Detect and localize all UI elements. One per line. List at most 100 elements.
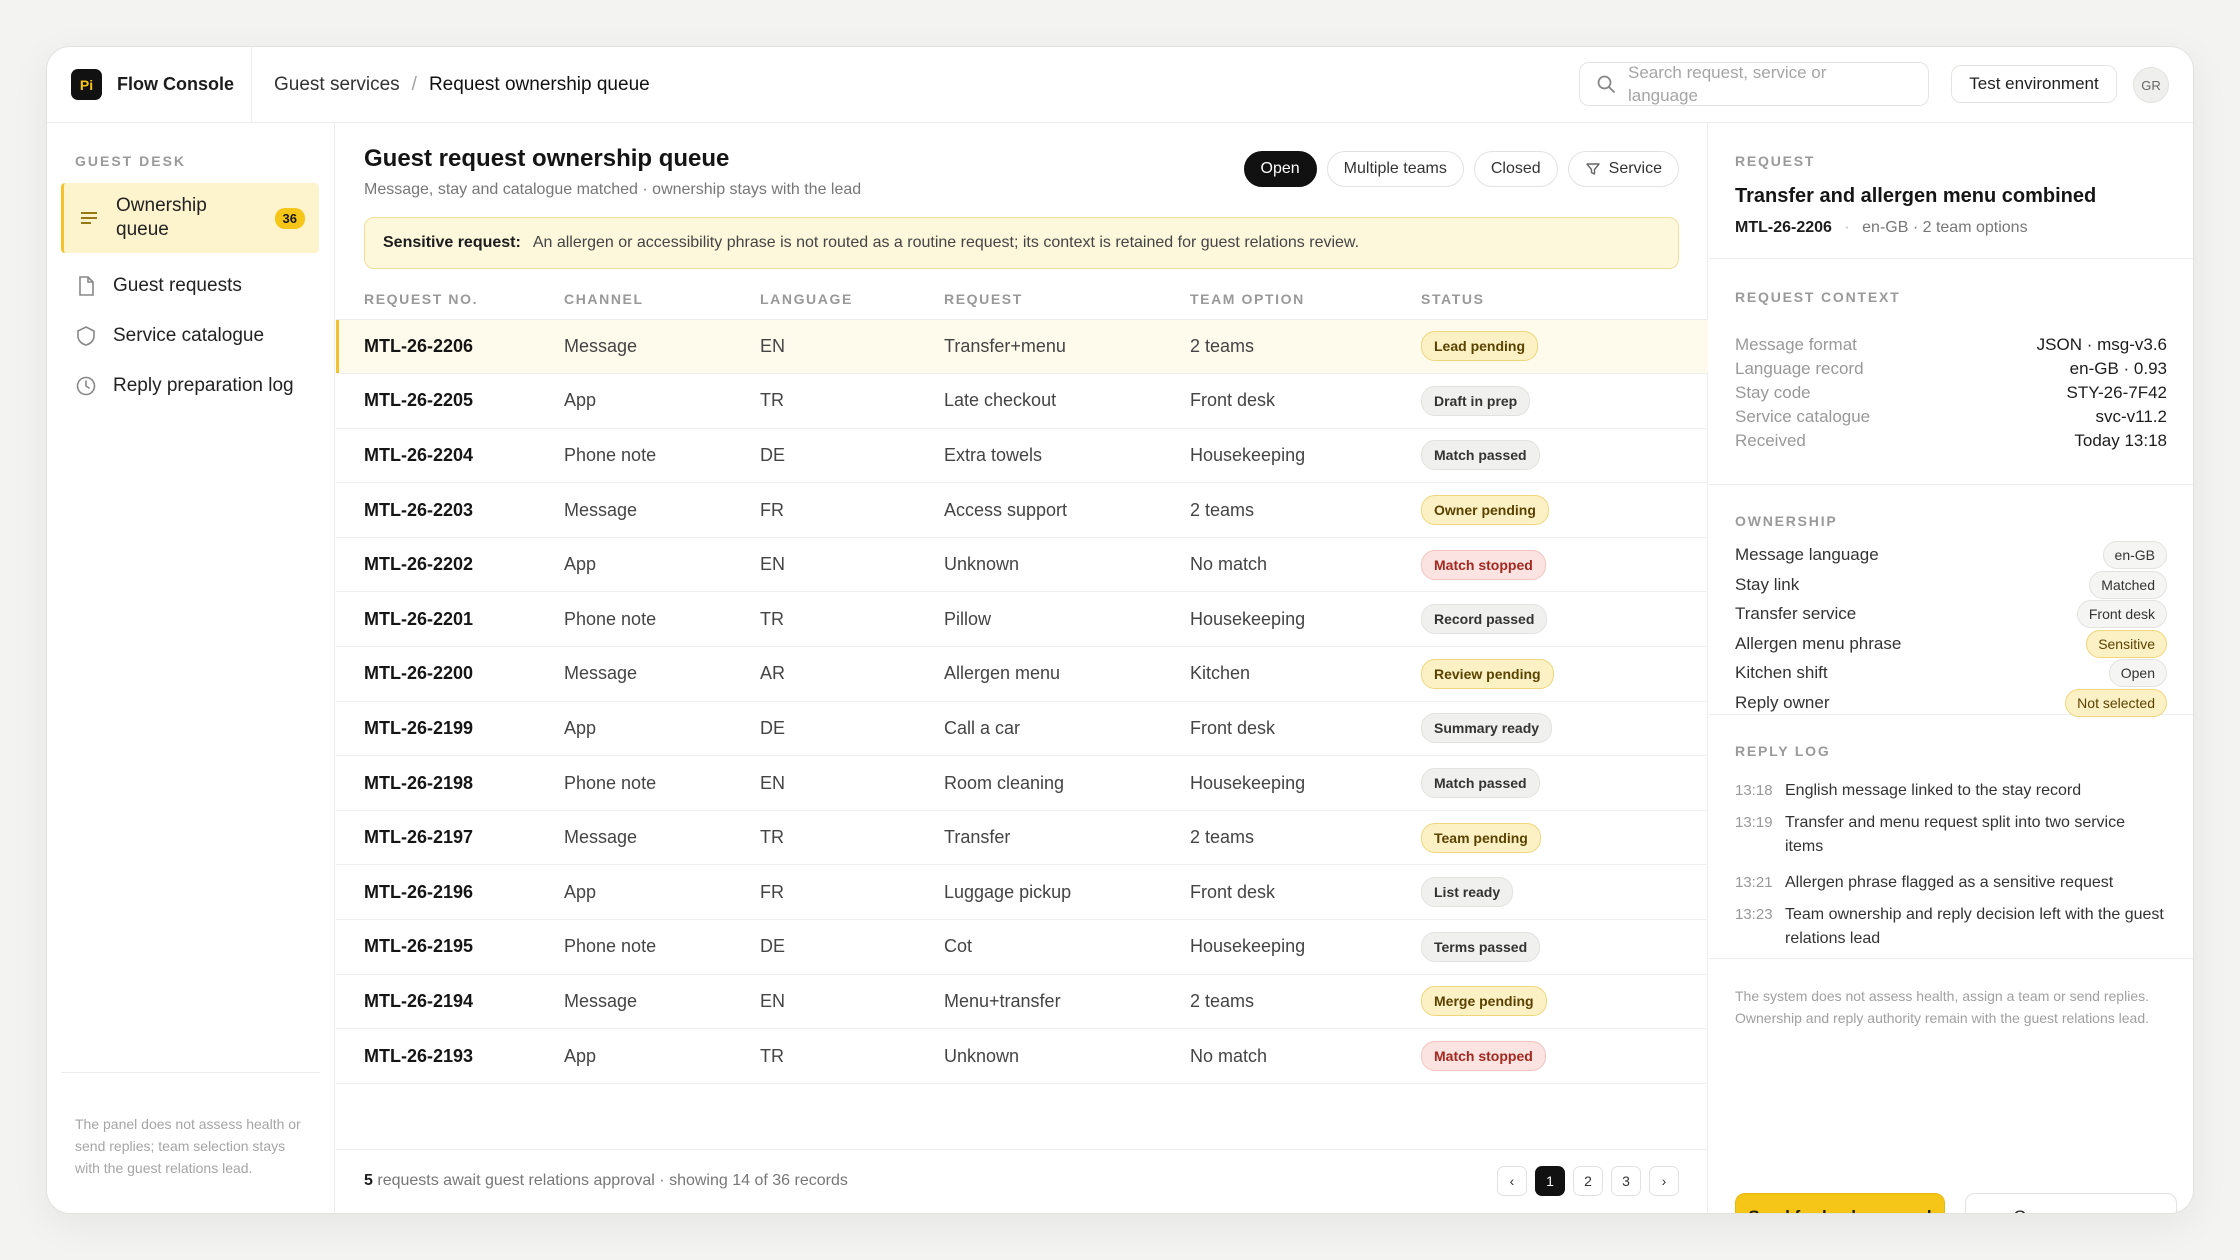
log-text: Transfer and menu request split into two… [1785,814,2126,855]
status-badge: Draft in prep [1421,385,1531,416]
filter-closed[interactable]: Closed [1473,151,1558,187]
table-row[interactable]: MTL-26-2204 Phone note DE Extra towels House… [336,428,1708,484]
context-value: en-GB · 0.93 [2069,359,2167,378]
column-header[interactable]: CHANNEL [564,279,760,320]
avatar[interactable]: GR [2133,67,2169,103]
table-header-row: REQUEST NO. CHANNEL LANGUAGE REQUEST TEA… [336,279,1708,320]
request-context: REQUEST CONTEXT Message format JSON · msg… [1709,259,2193,485]
open-message-button[interactable]: Open message [1965,1193,2177,1213]
table-row[interactable]: MTL-26-2193 App TR Unknown No match Match sto… [336,1028,1708,1084]
prev-page-button[interactable]: ‹ [1497,1166,1527,1196]
status-badge: Summary ready [1421,713,1553,744]
column-header[interactable]: LANGUAGE [760,279,944,320]
team-option-cell: Housekeeping [1190,428,1421,484]
request-cell: Pillow [944,591,1190,648]
context-key: Service catalogue [1735,407,1871,426]
table-row[interactable]: MTL-26-2202 App EN Unknown No match Match sto… [336,537,1708,593]
language-cell: TR [760,373,944,429]
request-id-cell: MTL-26-2201 [336,591,564,648]
page-1-button[interactable]: 1 [1535,1166,1565,1196]
table-row[interactable]: MTL-26-2198 Phone note EN Room cleaning Hous… [336,755,1708,811]
page-3-button[interactable]: 3 [1611,1166,1641,1196]
sidebar-item-ownership-queue[interactable]: Ownership queue 36 [61,183,319,253]
language-cell: FR [760,482,944,538]
request-cell: Room cleaning [944,755,1190,811]
language-cell: AR [760,646,944,702]
table-row[interactable]: MTL-26-2199 App DE Call a car Front desk Summ… [336,701,1708,757]
status-cell: Draft in prep [1421,373,1708,429]
next-page-button[interactable]: › [1649,1166,1679,1196]
filter-open[interactable]: Open [1243,151,1317,187]
table-row[interactable]: MTL-26-2205 App TR Late checkout Front desk D… [336,373,1708,429]
request-id-cell: MTL-26-2198 [336,755,564,811]
team-option-cell: Housekeeping [1190,919,1421,975]
language-cell: DE [760,428,944,484]
column-header[interactable]: TEAM OPTION [1190,279,1421,320]
table-row[interactable]: MTL-26-2203 Message FR Access support 2 team… [336,482,1708,538]
status-badge: Match passed [1421,768,1540,799]
channel-cell: App [564,373,760,429]
log-text: Team ownership and reply decision left w… [1785,906,2164,947]
request-meta-text: en-GB · 2 team options [1862,219,2028,236]
search-input[interactable]: Search request, service or language [1628,61,1848,107]
request-cell: Extra towels [944,428,1190,484]
table-row[interactable]: MTL-26-2201 Phone note TR Pillow Housekeepin… [336,591,1708,648]
environment-button[interactable]: Test environment [1951,65,2117,103]
ownership-row: Stay link Matched [1735,570,2167,599]
app-logo: Pi [71,69,102,100]
top-bar: Pi Flow Console Guest services / Request… [47,47,2193,123]
request-id-cell: MTL-26-2206 [336,319,564,375]
log-entry: 13:19 Transfer and menu request split int… [1735,811,2167,859]
disclaimer-note: The system does not assess health, assig… [1735,988,2149,1026]
ownership-tag: Front desk [2076,600,2167,629]
channel-cell: Message [564,482,760,538]
footer-summary: 5 requests await guest relations approva… [364,1172,848,1190]
request-cell: Unknown [944,537,1190,593]
sidebar-item-reply-preparation-log[interactable]: Reply preparation log [61,361,319,411]
search-box[interactable]: Search request, service or language [1579,62,1929,106]
ownership-key: Kitchen shift [1735,663,1828,683]
table-row[interactable]: MTL-26-2197 Message TR Transfer 2 teams Team … [336,810,1708,866]
table-row[interactable]: MTL-26-2206 Message EN Transfer+menu 2 teams… [336,319,1708,375]
table-row[interactable]: MTL-26-2196 App FR Luggage pickup Front desk… [336,864,1708,921]
filter-multiple-teams[interactable]: Multiple teams [1326,151,1464,187]
context-key: Language record [1735,359,1864,378]
request-cell: Luggage pickup [944,864,1190,921]
search-icon [1597,75,1615,93]
sidebar-item-guest-requests[interactable]: Guest requests [61,261,319,311]
column-header[interactable]: STATUS [1421,279,1708,320]
table-row[interactable]: MTL-26-2194 Message EN Menu+transfer 2 teams… [336,974,1708,1030]
send-for-lead-approval-button[interactable]: Send for lead approval [1735,1193,1945,1213]
channel-cell: App [564,537,760,593]
request-id-cell: MTL-26-2197 [336,810,564,866]
sidebar-item-service-catalogue[interactable]: Service catalogue [61,311,319,361]
request-cell: Unknown [944,1028,1190,1084]
section-label: OWNERSHIP [1735,513,1838,529]
channel-cell: Message [564,974,760,1030]
filter-service-label: Service [1608,160,1662,177]
breadcrumb-separator: / [411,73,417,95]
log-text: English message linked to the stay recor… [1785,782,2082,799]
status-badge: Owner pending [1421,495,1549,526]
ownership-key: Stay link [1735,574,1800,594]
table-row[interactable]: MTL-26-2195 Phone note DE Cot Housekeeping Te… [336,919,1708,975]
table-row[interactable]: MTL-26-2200 Message AR Allergen menu Kitchen… [336,646,1708,702]
channel-cell: Message [564,319,760,375]
pagination: ‹ 1 2 3 › [1497,1166,1679,1196]
log-entry: 13:21 Allergen phrase flagged as a sensit… [1735,871,2167,895]
brand[interactable]: Pi Flow Console [47,47,252,122]
alert-title: Sensitive request: [383,234,521,251]
request-id-cell: MTL-26-2193 [336,1028,564,1084]
column-header[interactable]: REQUEST [944,279,1190,320]
request-meta: MTL-26-2206 · en-GB · 2 team options [1735,219,2028,236]
request-id-cell: MTL-26-2202 [336,537,564,593]
status-cell: Team pending [1421,810,1708,866]
team-option-cell: 2 teams [1190,319,1421,375]
ownership-row: Message language en-GB [1735,541,2167,569]
page-2-button[interactable]: 2 [1573,1166,1603,1196]
list-icon [81,212,97,224]
breadcrumb-parent[interactable]: Guest services [274,74,400,96]
request-cell: Allergen menu [944,646,1190,702]
column-header[interactable]: REQUEST NO. [336,279,564,320]
filter-service[interactable]: Service [1567,151,1679,187]
